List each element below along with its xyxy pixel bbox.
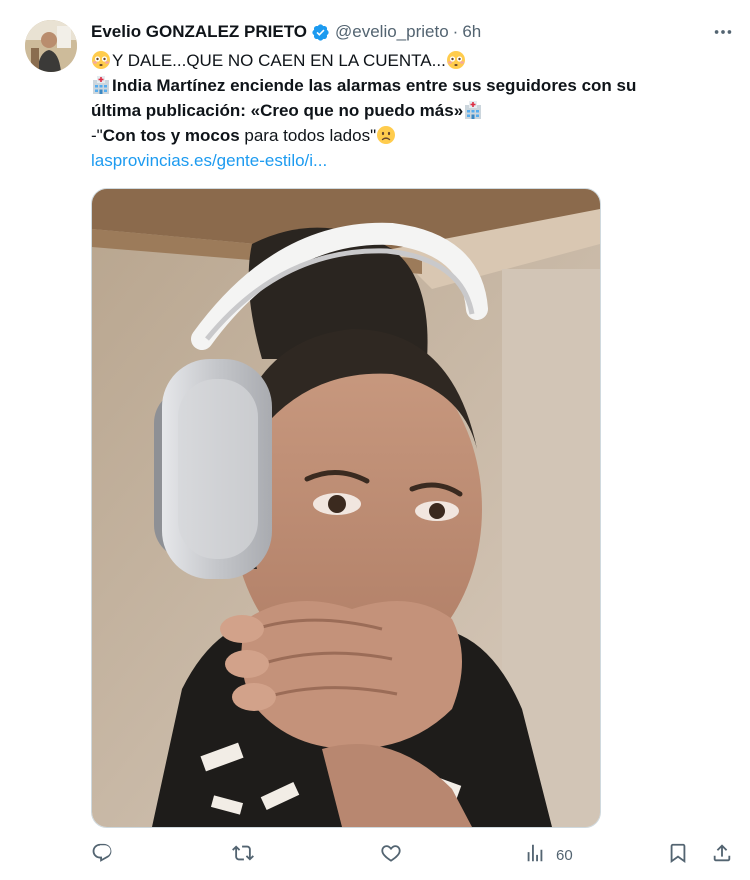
tweet[interactable]: Evelio GONZALEZ PRIETO @evelio_prieto · … bbox=[0, 0, 750, 880]
like-button[interactable] bbox=[380, 840, 402, 870]
author-name[interactable]: Evelio GONZALEZ PRIETO bbox=[91, 22, 307, 42]
hospital-icon bbox=[91, 75, 111, 95]
bookmark-icon bbox=[667, 842, 689, 869]
tweet-header: Evelio GONZALEZ PRIETO @evelio_prieto · … bbox=[91, 20, 481, 44]
retweet-button[interactable] bbox=[232, 840, 254, 870]
avatar[interactable] bbox=[25, 20, 77, 72]
text-line-3-content: última publicación: «Creo que no puedo m… bbox=[91, 101, 464, 120]
text-line-4-rest: para todos lados" bbox=[239, 126, 377, 145]
text-line-2: India Martínez enciende las alarmas entr… bbox=[91, 73, 731, 98]
share-icon bbox=[711, 842, 733, 869]
flushed-face-icon bbox=[91, 50, 111, 70]
text-line-1: Y DALE...QUE NO CAEN EN LA CUENTA... bbox=[91, 48, 731, 73]
reply-icon bbox=[91, 842, 113, 869]
more-options-icon[interactable] bbox=[710, 22, 736, 42]
text-line-1-content: Y DALE...QUE NO CAEN EN LA CUENTA... bbox=[112, 51, 446, 70]
author-handle[interactable]: @evelio_prieto bbox=[335, 22, 449, 42]
timestamp[interactable]: 6h bbox=[462, 22, 481, 42]
text-line-2-content: India Martínez enciende las alarmas entr… bbox=[112, 76, 637, 95]
views-count: 60 bbox=[556, 846, 573, 864]
article-link[interactable]: lasprovincias.es/gente-estilo/i... bbox=[91, 148, 731, 173]
separator-dot: · bbox=[452, 22, 459, 41]
text-line-4-prefix: -" bbox=[91, 126, 103, 145]
retweet-icon bbox=[232, 842, 254, 869]
text-line-4-bold: Con tos y mocos bbox=[102, 126, 240, 145]
hospital-icon bbox=[463, 100, 483, 120]
bookmark-button[interactable] bbox=[667, 840, 689, 870]
views-icon bbox=[524, 842, 546, 869]
flushed-face-icon bbox=[446, 50, 466, 70]
verified-badge-icon bbox=[311, 23, 330, 42]
share-button[interactable] bbox=[711, 840, 733, 870]
tweet-photo[interactable] bbox=[91, 188, 601, 828]
heart-icon bbox=[380, 842, 402, 869]
views-button[interactable]: 60 bbox=[524, 840, 573, 870]
action-bar: 60 bbox=[0, 840, 750, 872]
reply-button[interactable] bbox=[91, 840, 113, 870]
tweet-text: Y DALE...QUE NO CAEN EN LA CUENTA... Ind… bbox=[91, 48, 731, 173]
text-line-3: última publicación: «Creo que no puedo m… bbox=[91, 98, 731, 123]
text-line-4: -"Con tos y mocos para todos lados" bbox=[91, 123, 731, 148]
slightly-frowning-face-icon bbox=[376, 125, 396, 145]
